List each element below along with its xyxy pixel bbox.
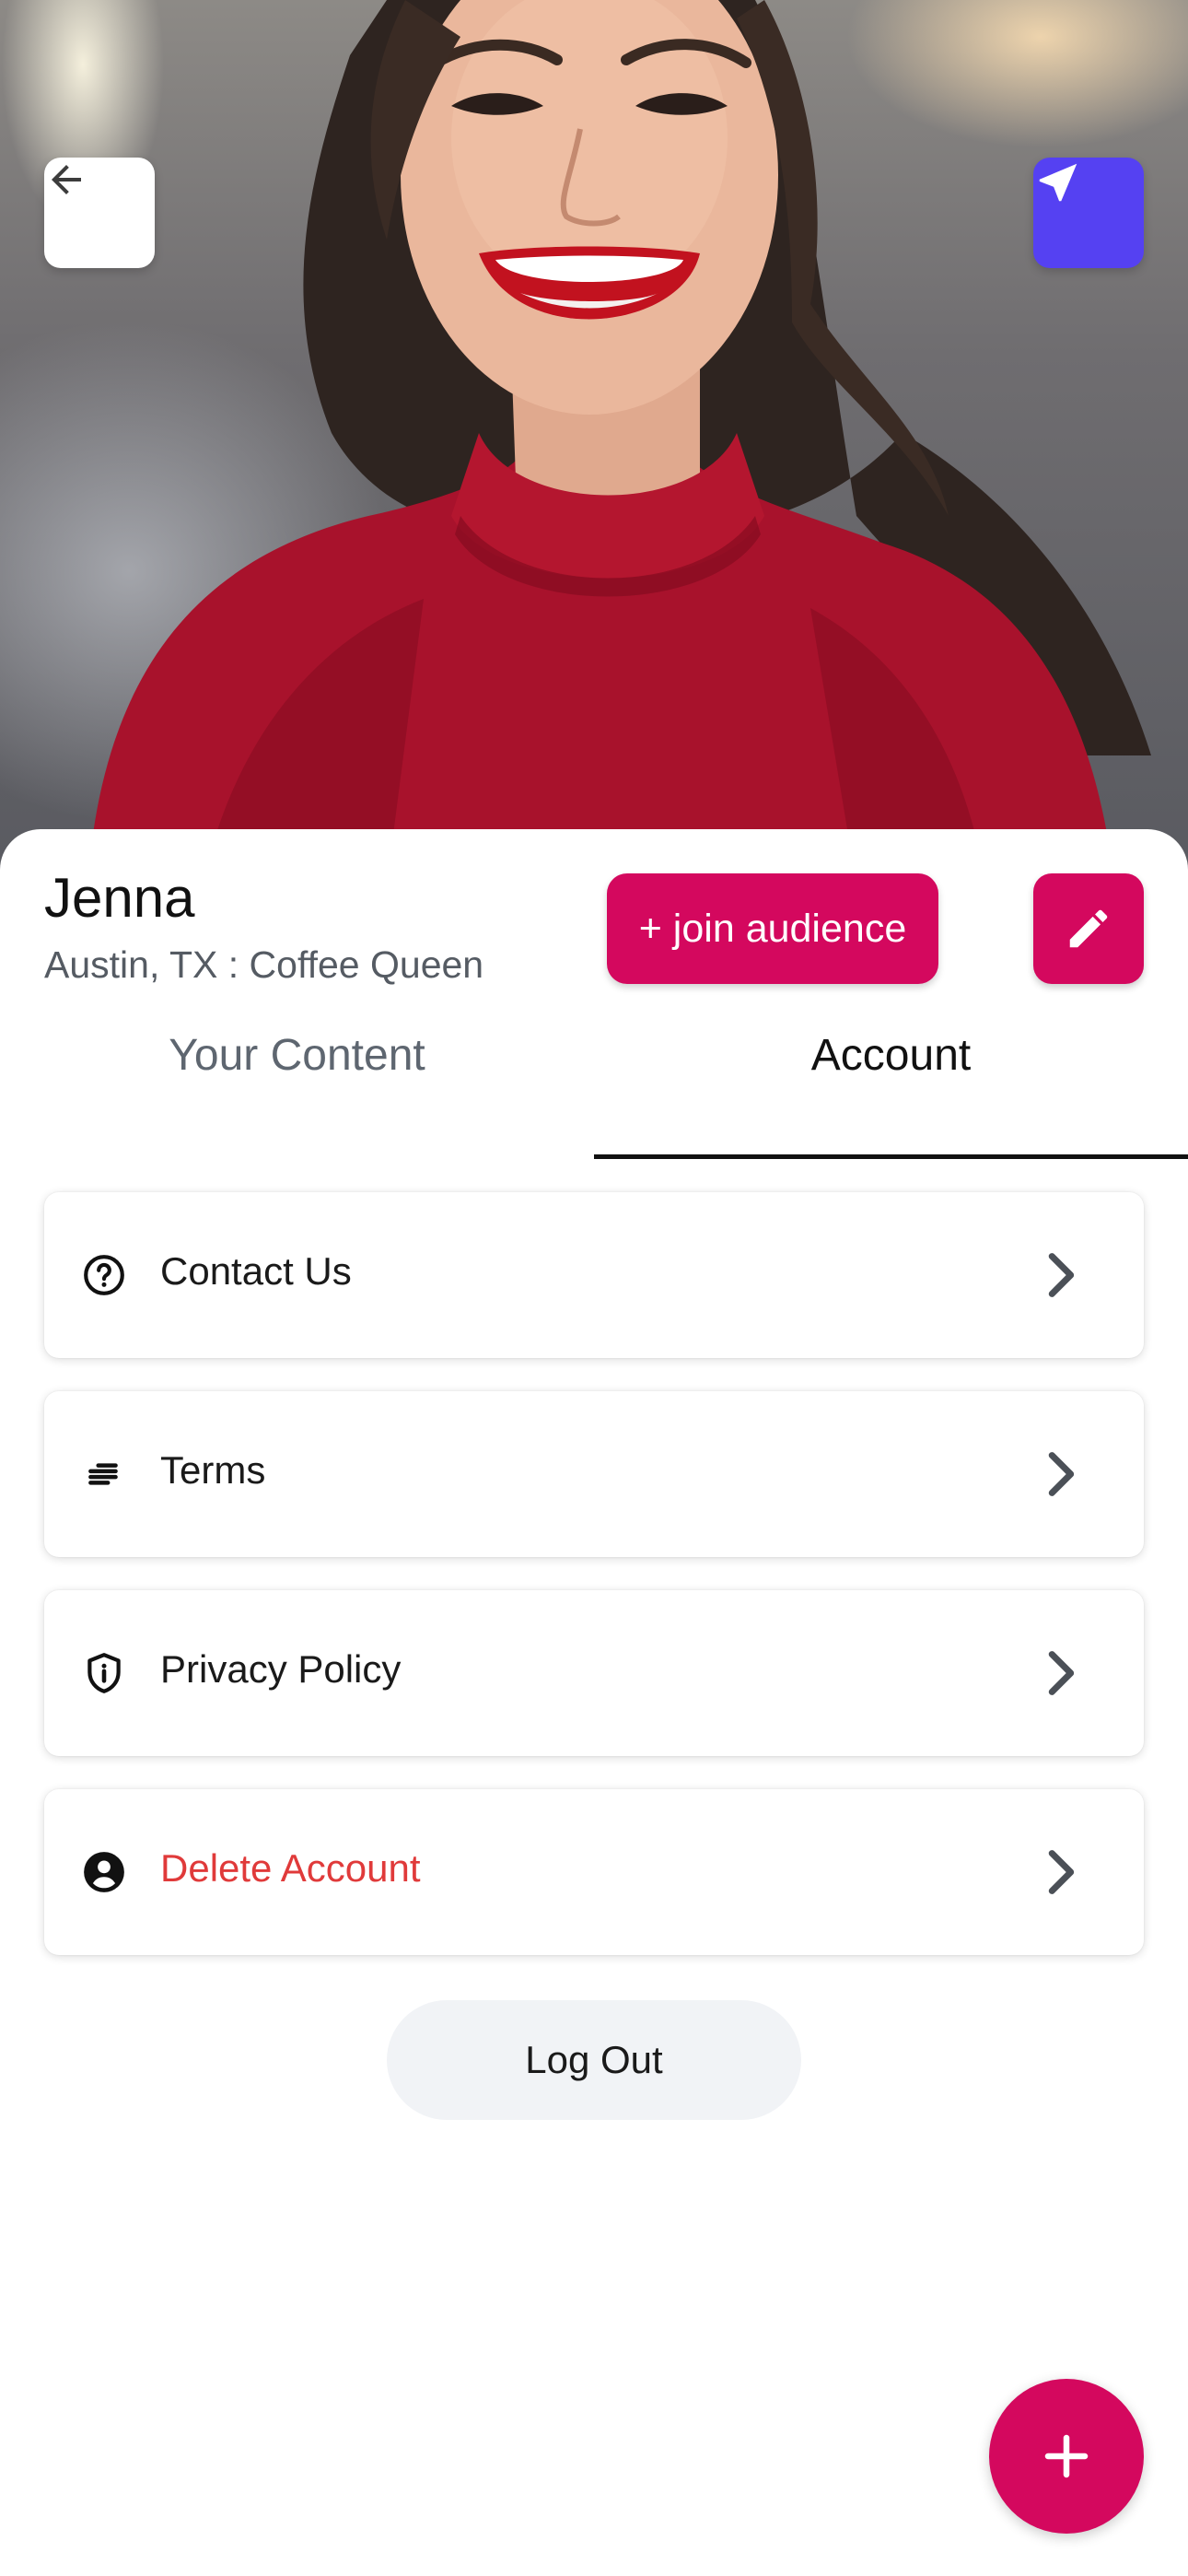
join-audience-button[interactable]: + join audience: [607, 873, 938, 984]
add-button[interactable]: [989, 2379, 1144, 2534]
profile-name: Jenna: [44, 867, 195, 929]
active-tab-indicator: [594, 1154, 1188, 1159]
chevron-right-icon: [1048, 1850, 1075, 1894]
arrow-left-icon: [52, 165, 81, 194]
text-lines-icon: [81, 1451, 127, 1497]
shield-info-icon: [81, 1650, 127, 1696]
pencil-icon: [1069, 909, 1108, 948]
chevron-right-icon: [1048, 1651, 1075, 1695]
plus-icon: [1044, 2434, 1089, 2478]
menu-item-terms[interactable]: Terms: [44, 1391, 1144, 1557]
chevron-right-icon: [1048, 1452, 1075, 1496]
portrait-illustration: [87, 0, 1151, 884]
send-location-button[interactable]: [1033, 158, 1144, 268]
menu-item-contact-us[interactable]: Contact Us: [44, 1192, 1144, 1358]
menu-item-label: Terms: [160, 1448, 266, 1492]
profile-cover-photo: [0, 0, 1188, 884]
menu-item-label: Delete Account: [160, 1846, 421, 1890]
tab-your-content[interactable]: Your Content: [0, 1013, 594, 1096]
edit-profile-button[interactable]: [1033, 873, 1144, 984]
menu-item-label: Privacy Policy: [160, 1647, 402, 1691]
account-circle-icon: [81, 1849, 127, 1895]
logout-button[interactable]: Log Out: [387, 2000, 801, 2120]
profile-subtitle: Austin, TX : Coffee Queen: [44, 943, 484, 986]
help-circle-icon: [81, 1252, 127, 1298]
menu-item-label: Contact Us: [160, 1249, 352, 1293]
menu-item-delete-account[interactable]: Delete Account: [44, 1789, 1144, 1955]
chevron-right-icon: [1048, 1253, 1075, 1297]
back-button[interactable]: [44, 158, 155, 268]
tab-account[interactable]: Account: [594, 1013, 1188, 1096]
menu-item-privacy-policy[interactable]: Privacy Policy: [44, 1590, 1144, 1756]
navigation-arrow-icon: [1039, 163, 1077, 202]
